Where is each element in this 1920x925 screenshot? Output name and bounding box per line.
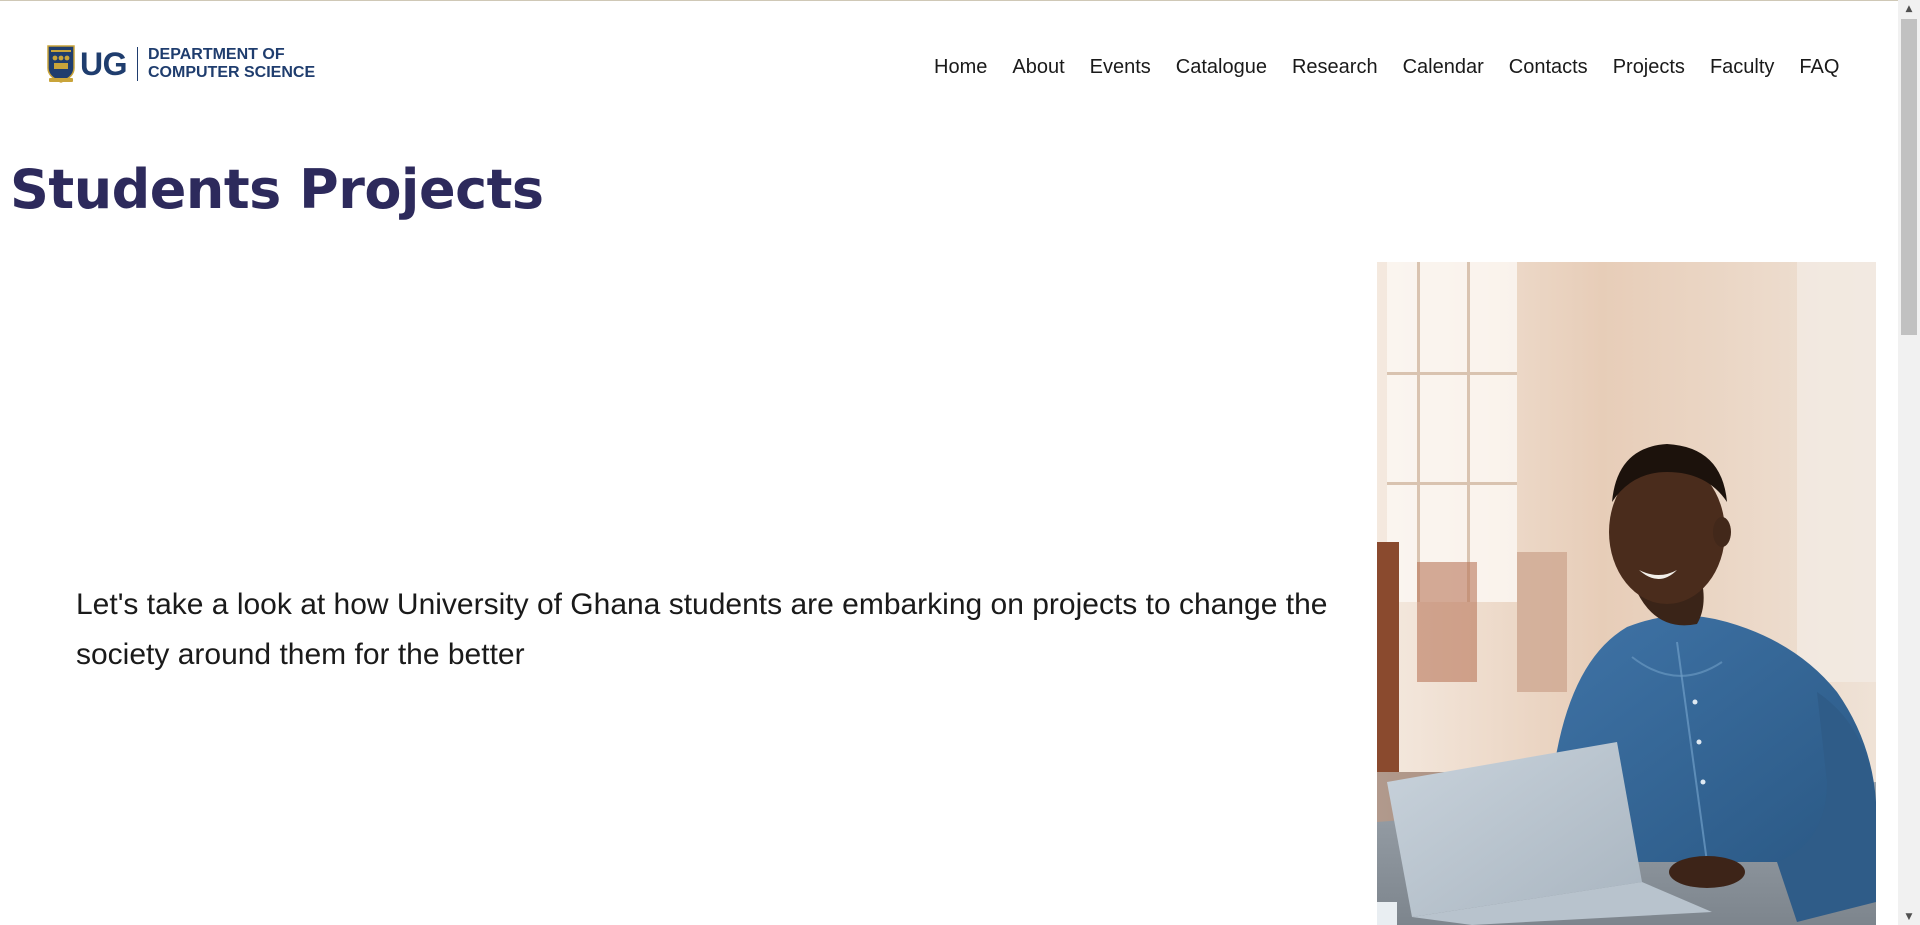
page-title: Students Projects <box>10 158 544 221</box>
intro-text: Let's take a look at how University of G… <box>76 588 1328 671</box>
nav-events[interactable]: Events <box>1090 56 1151 79</box>
hero-image <box>1377 262 1876 925</box>
nav-projects[interactable]: Projects <box>1613 56 1685 79</box>
nav-about[interactable]: About <box>1012 56 1064 79</box>
university-crest-icon <box>46 44 76 84</box>
department-line-1: DEPARTMENT OF <box>148 46 285 63</box>
nav-faq[interactable]: FAQ <box>1799 56 1839 79</box>
main-nav: Home About Events Catalogue Research Cal… <box>934 52 1839 82</box>
scrollbar-thumb[interactable] <box>1901 19 1917 335</box>
logo-ug-text: UG <box>80 46 128 82</box>
nav-contacts[interactable]: Contacts <box>1509 56 1588 79</box>
nav-research[interactable]: Research <box>1292 56 1378 79</box>
logo-divider <box>137 47 138 81</box>
nav-catalogue[interactable]: Catalogue <box>1176 56 1267 79</box>
logo-department-name: DEPARTMENT OF COMPUTER SCIENCE <box>148 46 315 82</box>
nav-home[interactable]: Home <box>934 56 987 79</box>
page: UG DEPARTMENT OF COMPUTER SCIENCE Home A… <box>0 0 1920 925</box>
department-line-2: COMPUTER SCIENCE <box>148 64 316 81</box>
site-header: UG DEPARTMENT OF COMPUTER SCIENCE Home A… <box>0 0 1898 130</box>
scroll-up-arrow-icon[interactable]: ▲ <box>1898 0 1920 17</box>
student-laptop-illustration <box>1377 262 1876 925</box>
nav-calendar[interactable]: Calendar <box>1403 56 1484 79</box>
nav-faculty[interactable]: Faculty <box>1710 56 1774 79</box>
site-logo[interactable]: UG DEPARTMENT OF COMPUTER SCIENCE <box>46 44 315 84</box>
vertical-scrollbar[interactable]: ▲ ▼ <box>1898 0 1920 925</box>
scroll-down-arrow-icon[interactable]: ▼ <box>1898 908 1920 925</box>
